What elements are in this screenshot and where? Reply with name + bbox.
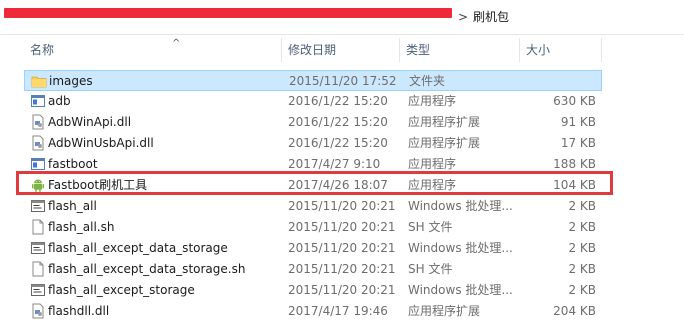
file-row[interactable]: flash_all.sh 2015/11/20 20:21 SH 文件 2 KB [24,217,602,238]
file-name: flash_all_except_data_storage.sh [48,262,246,276]
file-modified-date: 2015/11/20 20:21 [288,241,396,255]
file-size [525,71,597,92]
file-name: adb [48,94,71,108]
redacted-path [4,8,452,18]
file-row[interactable]: AdbWinUsbApi.dll 2016/1/22 15:20 应用程序扩展 17 … [24,133,602,154]
file-type: Windows 批处理... [408,241,513,255]
file-row[interactable]: flash_all_except_data_storage 2015/11/20 … [24,238,602,259]
file-name: flash_all_except_storage [48,283,195,297]
file-type: Windows 批处理... [408,283,513,297]
file-type: 应用程序扩展 [408,115,481,129]
file-modified-date: 2015/11/20 17:52 [289,74,397,88]
column-header-type[interactable]: 类型 [400,38,520,62]
column-header-date[interactable]: 修改日期 [282,38,400,62]
file-modified-date: 2016/1/22 15:20 [288,115,388,129]
file-icon [30,219,46,235]
file-size: 630 KB [553,94,596,108]
file-name: AdbWinUsbApi.dll [48,136,154,150]
bat-icon [30,240,46,256]
file-type: 应用程序 [408,94,457,108]
file-row[interactable]: flash_all 2015/11/20 20:21 Windows 批处理... 2… [24,196,602,217]
file-name: flash_all [48,199,97,213]
file-modified-date: 2016/1/22 15:20 [288,94,388,108]
file-row[interactable]: adb 2016/1/22 15:20 应用程序 630 KB [24,91,602,112]
file-type: SH 文件 [408,220,453,234]
exe-icon [30,93,46,109]
file-type: Windows 批处理... [408,199,513,213]
dll-icon [30,303,46,319]
file-name: flash_all_except_data_storage [48,241,228,255]
file-name: images [49,74,93,88]
column-header-name-label: 名称 [30,43,55,57]
file-modified-date: 2015/11/20 20:21 [288,283,396,297]
file-size: 2 KB [568,262,596,276]
exe-icon [30,156,46,172]
bat-icon [30,198,46,214]
file-icon [30,261,46,277]
dll-icon [30,135,46,151]
redacted-path-text: _ _ _ _ _ _ _ _ _ _ _ _ _ _ _ [4,18,170,26]
folder-icon [31,73,47,89]
file-size: 2 KB [568,199,596,213]
file-type: SH 文件 [408,262,453,276]
column-header-size[interactable]: 大小 [520,38,602,62]
file-name: flash_all.sh [48,220,115,234]
file-modified-date: 2015/11/20 20:21 [288,262,396,276]
file-type: 应用程序扩展 [408,136,481,150]
file-size: 204 KB [553,304,596,318]
dll-icon [30,114,46,130]
file-modified-date: 2015/11/20 20:21 [288,199,396,213]
file-size: 91 KB [560,115,596,129]
breadcrumb-current-folder[interactable]: 刷机包 [473,8,509,26]
sort-ascending-icon: ^ [172,38,181,49]
file-row[interactable]: images 2015/11/20 17:52 文件夹 [24,70,602,91]
file-modified-date: 2016/1/22 15:20 [288,136,388,150]
file-row[interactable]: flash_all_except_storage 2015/11/20 20:21… [24,280,602,301]
bat-icon [30,282,46,298]
file-row[interactable]: flash_all_except_data_storage.sh 2015/11/… [24,259,602,280]
column-header-row: 名称 ^ 修改日期 类型 大小 [0,38,684,62]
file-type: 应用程序扩展 [408,304,481,318]
file-size: 2 KB [568,220,596,234]
file-modified-date: 2017/4/17 19:46 [288,304,388,318]
file-name: flashdll.dll [48,304,110,318]
file-row[interactable]: flashdll.dll 2017/4/17 19:46 应用程序扩展 204 KB [24,301,602,322]
file-size: 17 KB [560,136,596,150]
file-row[interactable]: AdbWinApi.dll 2016/1/22 15:20 应用程序扩展 91 KB [24,112,602,133]
annotation-highlight-box [16,171,613,195]
file-modified-date: 2015/11/20 20:21 [288,220,396,234]
column-header-name[interactable]: 名称 ^ [24,38,282,62]
file-size: 2 KB [568,283,596,297]
file-type: 文件夹 [409,74,446,88]
address-bar[interactable]: _ _ _ _ _ _ _ _ _ _ _ _ _ _ _ > 刷机包 [0,0,684,35]
file-size: 2 KB [568,241,596,255]
file-name: AdbWinApi.dll [48,115,132,129]
breadcrumb-separator-icon[interactable]: > [456,8,470,26]
